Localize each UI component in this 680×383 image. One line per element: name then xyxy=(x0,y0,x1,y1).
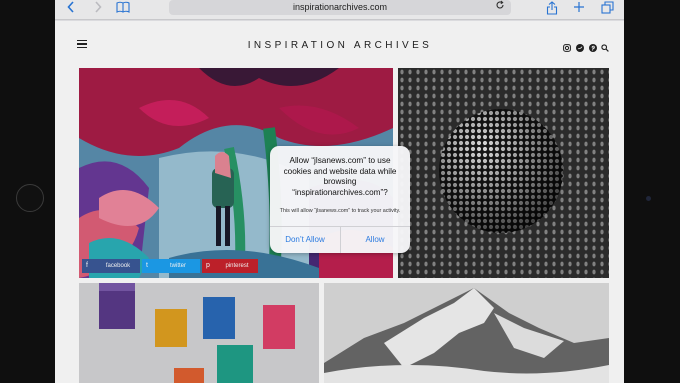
screen: inspirationarchives.com INSPIRATION ARCH… xyxy=(55,0,624,383)
front-camera xyxy=(646,196,651,201)
ipad-device: inspirationarchives.com INSPIRATION ARCH… xyxy=(0,0,680,383)
cookie-permission-dialog: Allow “jlsanews.com” to use cookies and … xyxy=(270,146,410,253)
dont-allow-button[interactable]: Don’t Allow xyxy=(270,227,340,253)
dialog-message: This will allow “jlsanews.com” to track … xyxy=(279,208,401,214)
home-button[interactable] xyxy=(16,184,44,212)
allow-button[interactable]: Allow xyxy=(340,227,410,253)
dialog-title: Allow “jlsanews.com” to use cookies and … xyxy=(283,156,397,197)
